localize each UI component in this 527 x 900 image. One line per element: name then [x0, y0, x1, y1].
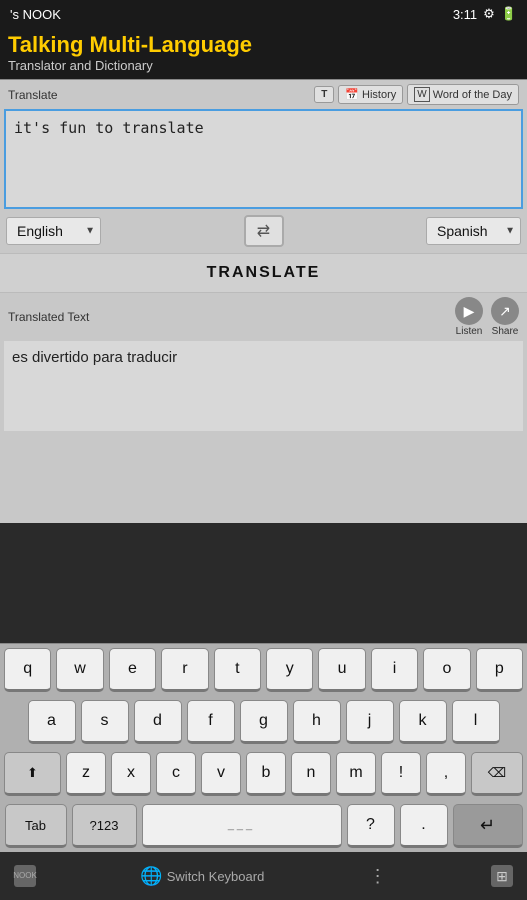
keyboard-row-2: a s d f g h j k l [0, 696, 527, 748]
target-language-select[interactable]: Spanish English French [426, 217, 521, 245]
translated-actions: ▶ Listen ↗ Share [455, 297, 519, 337]
key-period-dot[interactable]: . [400, 804, 448, 848]
key-f[interactable]: f [187, 700, 235, 744]
listen-icon: ▶ [455, 297, 483, 325]
key-exclaim[interactable]: ! [381, 752, 421, 796]
source-language-select[interactable]: English Spanish French [6, 217, 101, 245]
keyboard: q w e r t y u i o p a s d f g h j k l ⬆ … [0, 643, 527, 852]
status-bar: 's NOOK 3:11 ⚙ 🔋 [0, 0, 527, 28]
key-k[interactable]: k [399, 700, 447, 744]
source-language-wrapper[interactable]: English Spanish French [6, 217, 101, 245]
swap-languages-button[interactable]: ⇄ [244, 215, 284, 247]
key-z[interactable]: z [66, 752, 106, 796]
translated-output: es divertido para traducir [4, 341, 523, 431]
more-options-icon: ⋮ [369, 866, 387, 887]
key-g[interactable]: g [240, 700, 288, 744]
symbols-key[interactable]: ?123 [72, 804, 137, 848]
space-key[interactable]: ___ [142, 804, 342, 848]
word-icon: W [414, 87, 429, 102]
translate-toolbar: Translate T 📅 History W Word of the Day [0, 80, 527, 109]
key-o[interactable]: o [423, 648, 470, 692]
target-language-wrapper[interactable]: Spanish English French [426, 217, 521, 245]
key-e[interactable]: e [109, 648, 156, 692]
key-u[interactable]: u [318, 648, 365, 692]
key-c[interactable]: c [156, 752, 196, 796]
key-comma[interactable]: , [426, 752, 466, 796]
input-area[interactable] [4, 109, 523, 209]
keyboard-row-4: Tab ?123 ___ ? . ↵ [0, 800, 527, 852]
key-d[interactable]: d [134, 700, 182, 744]
shift-key[interactable]: ⬆ [4, 752, 61, 796]
text-size-button[interactable]: T [314, 86, 334, 103]
switch-keyboard-label: Switch Keyboard [167, 869, 265, 884]
swap-icon: ⇄ [257, 221, 270, 241]
history-icon: 📅 [345, 88, 359, 101]
share-button[interactable]: ↗ Share [491, 297, 519, 337]
key-y[interactable]: y [266, 648, 313, 692]
enter-key[interactable]: ↵ [453, 804, 523, 848]
system-bar: NOOK 🌐 Switch Keyboard ⋮ ⊞ [0, 852, 527, 900]
key-t[interactable]: t [214, 648, 261, 692]
dark-spacer [0, 523, 527, 643]
translated-label: Translated Text [8, 310, 89, 324]
share-label: Share [492, 326, 519, 337]
language-row: English Spanish French ⇄ Spanish English… [0, 209, 527, 253]
app-header: Talking Multi-Language Translator and Di… [0, 28, 527, 79]
key-n[interactable]: n [291, 752, 331, 796]
screenshot-button[interactable]: ⊞ [491, 865, 513, 887]
key-h[interactable]: h [293, 700, 341, 744]
key-q[interactable]: q [4, 648, 51, 692]
keyboard-row-3: ⬆ z x c v b n m ! , ⌫ [0, 748, 527, 800]
key-m[interactable]: m [336, 752, 376, 796]
share-icon: ↗ [491, 297, 519, 325]
time: 3:11 [453, 7, 477, 22]
key-s[interactable]: s [81, 700, 129, 744]
backspace-key[interactable]: ⌫ [471, 752, 523, 796]
globe-icon-button[interactable]: 🌐 Switch Keyboard [140, 866, 264, 887]
key-a[interactable]: a [28, 700, 76, 744]
listen-label: Listen [456, 326, 483, 337]
translate-input[interactable] [14, 119, 513, 194]
globe-icon: 🌐 [140, 866, 162, 887]
translated-section: Translated Text ▶ Listen ↗ Share es dive… [0, 293, 527, 523]
more-options-button[interactable]: ⋮ [369, 866, 387, 887]
nook-icon: NOOK [14, 865, 36, 887]
history-button[interactable]: 📅 History [338, 85, 403, 104]
nook-logo-button[interactable]: NOOK [14, 865, 36, 887]
key-p[interactable]: p [476, 648, 523, 692]
key-question[interactable]: ? [347, 804, 395, 848]
screenshot-icon: ⊞ [491, 865, 513, 887]
battery-icon: 🔋 [501, 6, 517, 22]
main-content: Translate T 📅 History W Word of the Day … [0, 79, 527, 523]
translate-button[interactable]: TRANSLATE [0, 253, 527, 293]
key-r[interactable]: r [161, 648, 208, 692]
key-j[interactable]: j [346, 700, 394, 744]
word-of-day-button[interactable]: W Word of the Day [407, 84, 519, 105]
app-name: 's NOOK [10, 7, 61, 22]
listen-button[interactable]: ▶ Listen [455, 297, 483, 337]
key-i[interactable]: i [371, 648, 418, 692]
translate-label: Translate [8, 88, 58, 102]
keyboard-row-1: q w e r t y u i o p [0, 644, 527, 696]
status-icons: 3:11 ⚙ 🔋 [453, 6, 517, 22]
key-v[interactable]: v [201, 752, 241, 796]
app-subtitle: Translator and Dictionary [8, 58, 519, 73]
tab-key[interactable]: Tab [5, 804, 67, 848]
key-b[interactable]: b [246, 752, 286, 796]
key-w[interactable]: w [56, 648, 103, 692]
key-x[interactable]: x [111, 752, 151, 796]
toolbar-buttons: T 📅 History W Word of the Day [314, 84, 519, 105]
text-size-icon: T [321, 89, 327, 100]
translated-toolbar: Translated Text ▶ Listen ↗ Share [0, 293, 527, 341]
key-l[interactable]: l [452, 700, 500, 744]
app-title: Talking Multi-Language [8, 32, 519, 58]
settings-icon: ⚙ [483, 6, 495, 22]
